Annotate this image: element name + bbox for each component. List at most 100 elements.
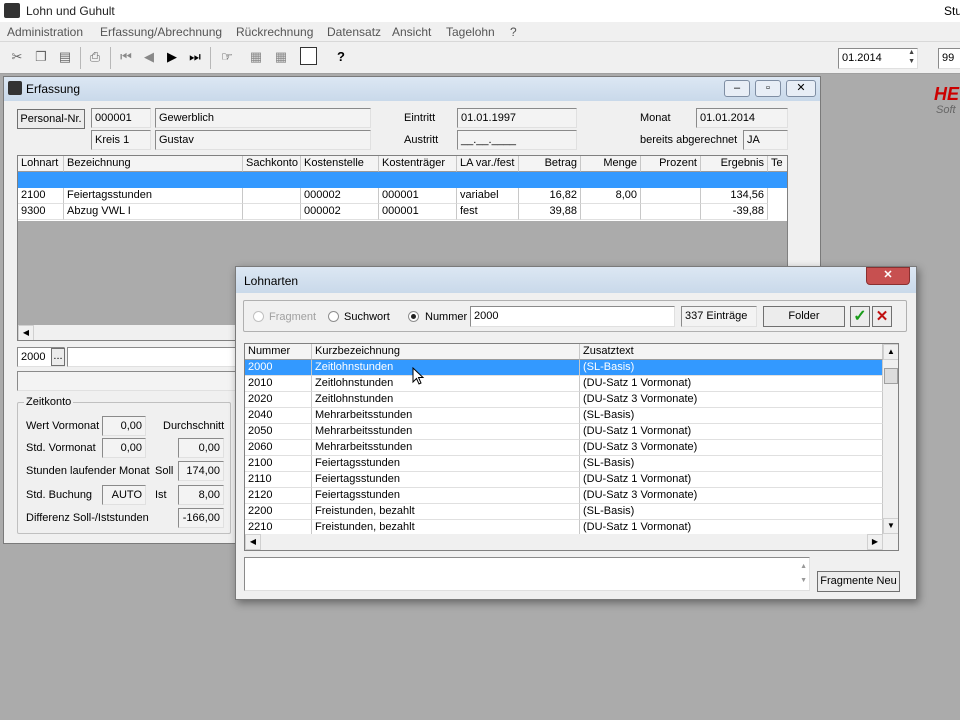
menu-administration[interactable]: Administration (7, 25, 83, 39)
radio-nummer[interactable] (408, 311, 419, 322)
table-row[interactable] (18, 172, 787, 188)
cell: 8,00 (581, 188, 641, 204)
menu-ansicht[interactable]: Ansicht (392, 25, 431, 39)
first-record-icon[interactable]: ⏮ (116, 47, 136, 67)
col-header-zusatz[interactable]: Zusatztext (580, 344, 883, 360)
scroll-left-icon[interactable]: ◀ (245, 534, 261, 550)
col-header-nummer[interactable]: Nummer (245, 344, 312, 360)
minimize-button[interactable]: – (724, 80, 750, 97)
lohnarten-grid: Nummer Kurzbezeichnung Zusatztext 2000 Ze… (244, 343, 899, 551)
cell: 2100 (245, 456, 312, 472)
print-icon[interactable]: ⎙ (85, 47, 105, 67)
durchschnitt-label: Durchschnitt (163, 420, 225, 432)
cell: Feiertagsstunden (64, 188, 243, 204)
cell: (DU-Satz 3 Vormonate) (580, 392, 883, 408)
lohnarten-hscrollbar[interactable]: ◀ ▶ (245, 534, 898, 550)
period-field[interactable]: 01.2014 ▲ ▼ (838, 48, 918, 69)
scroll-right-icon[interactable]: ▶ (867, 534, 883, 550)
diff-field: -166,00 (178, 508, 224, 528)
cell: Zeitlohnstunden (312, 376, 580, 392)
scroll-thumb[interactable] (884, 368, 898, 384)
desc-scroll-icon[interactable]: ▲ ▼ (800, 560, 807, 588)
col-header[interactable]: Menge (581, 156, 641, 172)
radio-nummer-label: Nummer (425, 311, 468, 323)
buchung-field[interactable]: AUTO (102, 485, 146, 505)
prev-record-icon[interactable]: ◀ (139, 47, 159, 67)
cell: Freistunden, bezahlt (312, 504, 580, 520)
col-header[interactable]: Te (768, 156, 787, 172)
cancel-x-icon[interactable]: ✕ (872, 306, 892, 327)
personal-nr-field[interactable]: 000001 (91, 108, 151, 128)
menu-rueckrechnung[interactable]: Rückrechnung (236, 25, 313, 39)
std-vormonat-field: 0,00 (102, 438, 146, 458)
col-header-kurz[interactable]: Kurzbezeichnung (312, 344, 580, 360)
col-header[interactable]: Bezeichnung (64, 156, 243, 172)
cell: 000001 (379, 204, 457, 220)
col-header[interactable]: Ergebnis (701, 156, 768, 172)
radio-fragment[interactable] (253, 311, 264, 322)
cell: 2120 (245, 488, 312, 504)
type-field: Gewerblich (155, 108, 371, 128)
col-header[interactable]: LA var./fest (457, 156, 519, 172)
paste-icon[interactable]: ▤ (55, 47, 75, 67)
col-header[interactable]: Kostenstelle (301, 156, 379, 172)
cell: Mehrarbeitsstunden (312, 408, 580, 424)
maximize-button[interactable]: ▫ (755, 80, 781, 97)
hand-icon[interactable]: ☞ (217, 47, 237, 67)
fragmente-neu-button[interactable]: Fragmente Neu (817, 571, 900, 592)
cell: fest (457, 204, 519, 220)
personal-nr-button[interactable]: Personal-Nr. (17, 109, 85, 129)
grid2-icon[interactable]: ▦ (271, 47, 291, 67)
page-icon[interactable] (300, 47, 317, 65)
close-button[interactable]: ✕ (786, 80, 816, 97)
cell (243, 204, 301, 220)
scroll-up-icon[interactable]: ▲ (883, 344, 898, 360)
dialog-close-button[interactable]: ✕ (866, 267, 910, 285)
menu-datensatz[interactable]: Datensatz (327, 25, 381, 39)
cell: (DU-Satz 3 Vormonate) (580, 488, 883, 504)
period-spinner-icon[interactable]: ▲ ▼ (908, 49, 915, 66)
scroll-left-icon[interactable]: ◀ (18, 325, 34, 340)
description-area[interactable]: ▲ ▼ (244, 557, 810, 591)
next-record-icon[interactable]: ▶ (162, 47, 182, 67)
grid-icon[interactable]: ▦ (246, 47, 266, 67)
help-icon[interactable]: ? (331, 47, 351, 67)
col-header[interactable]: Kostenträger (379, 156, 457, 172)
cut-icon[interactable]: ✂ (7, 47, 27, 67)
erfassung-title: Erfassung (26, 82, 81, 96)
number-field[interactable]: 99 (938, 48, 960, 69)
col-header[interactable]: Lohnart (18, 156, 64, 172)
lohnarten-title: Lohnarten (244, 274, 299, 288)
copy-icon[interactable]: ❐ (31, 47, 51, 67)
buchung-label: Std. Buchung (26, 489, 93, 501)
folder-button[interactable]: Folder (763, 306, 845, 327)
cell: Zeitlohnstunden (312, 360, 580, 376)
lohnart-lookup-button[interactable]: ... (51, 348, 65, 366)
scroll-down-icon[interactable]: ▼ (883, 518, 898, 534)
last-record-icon[interactable]: ⏭ (185, 47, 205, 67)
period-value: 01.2014 (842, 52, 882, 64)
toolbar: ✂ ❐ ▤ ⎙ ⏮ ◀ ▶ ⏭ ☞ ▦ ▦ ? 01.2014 ▲ ▼ 99 (0, 42, 960, 74)
search-input[interactable]: 2000 (470, 306, 675, 327)
cell: 000001 (379, 188, 457, 204)
cell: 2010 (245, 376, 312, 392)
col-header[interactable]: Betrag (519, 156, 581, 172)
stunden-label: Stunden laufender Monat (26, 465, 150, 477)
app-title-bar: Lohn und Guhult Stu (0, 0, 960, 22)
cell: (DU-Satz 1 Vormonat) (580, 424, 883, 440)
kreis-field: Kreis 1 (91, 130, 151, 150)
col-header[interactable]: Sachkonto (243, 156, 301, 172)
lohnarten-vscrollbar[interactable]: ▲ ▼ (883, 344, 898, 534)
menu-erfassung[interactable]: Erfassung/Abrechnung (100, 25, 222, 39)
menu-help[interactable]: ? (510, 25, 517, 39)
cell: 2110 (245, 472, 312, 488)
radio-suchwort[interactable] (328, 311, 339, 322)
cell: (DU-Satz 3 Vormonate) (580, 440, 883, 456)
wert-field: 0,00 (102, 416, 146, 436)
radio-suchwort-label: Suchwort (344, 311, 390, 323)
menu-tagelohn[interactable]: Tagelohn (446, 25, 495, 39)
cell: Zeitlohnstunden (312, 392, 580, 408)
ok-check-icon[interactable]: ✓ (850, 306, 870, 327)
count-field: 337 Einträge (681, 306, 757, 327)
col-header[interactable]: Prozent (641, 156, 701, 172)
